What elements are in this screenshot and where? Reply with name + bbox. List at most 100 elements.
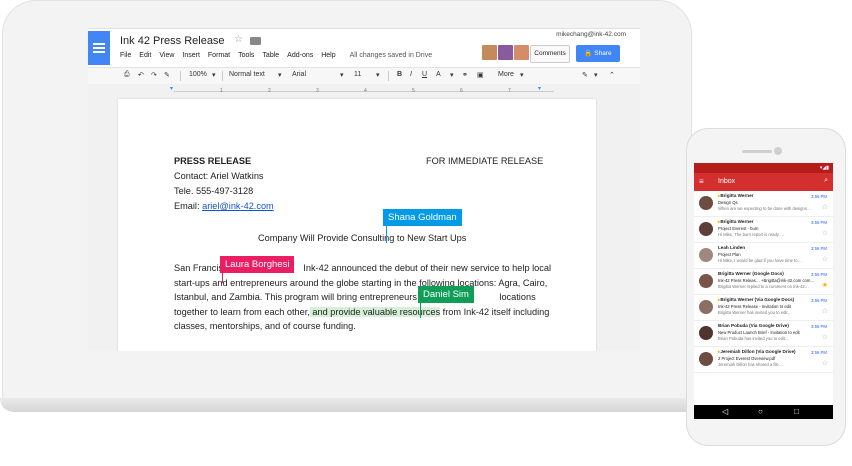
share-button[interactable]: 🔒 Share [576,45,620,62]
collaborator-cursor-daniel [420,302,421,318]
email-time: 3:56 PM [810,220,827,225]
menu-table[interactable]: Table [262,52,279,59]
lock-icon: 🔒 [584,50,593,57]
sender-name: Jeremiah Dillon (Via Google Drive) [720,349,796,354]
bold-icon[interactable]: B [397,71,402,78]
phone-speaker [742,150,772,153]
paint-format-icon[interactable]: ✎ [164,71,170,79]
star-icon[interactable]: ☆ [822,333,828,341]
email-time: 3:56 PM [810,194,827,199]
collaborator-flag-daniel: Daniel Sim [418,286,474,303]
email-link[interactable]: ariel@ink-42.com [202,201,274,211]
avatar [699,248,713,262]
link-icon[interactable]: ⚭ [462,71,468,79]
chevron-down-icon[interactable]: ▾ [278,71,282,79]
more-button[interactable]: More [498,71,514,78]
email-time: 3:56 PM [810,246,827,251]
chevron-down-icon[interactable]: ▾ [340,71,344,79]
style-select[interactable]: Normal text [229,71,265,78]
menu-addons[interactable]: Add-ons [287,52,313,59]
p3-part-a: Istanbul, and Zambia. This program will … [174,292,438,302]
menu-help[interactable]: Help [321,52,335,59]
collaborator-flag-shana: Shana Goldman [383,209,462,226]
chevron-down-icon[interactable]: ▾ [212,71,216,79]
menu-format[interactable]: Format [208,52,230,59]
doc-title[interactable]: Ink 42 Press Release [120,35,225,47]
underline-icon[interactable]: U [422,71,427,78]
email-subject: Ink-42 Press Releas… +Brigitta@ink-42.co… [718,278,815,283]
text-color-icon[interactable]: A [436,71,441,78]
comments-button[interactable]: Comments [530,45,570,63]
star-icon[interactable]: ☆ [822,307,828,315]
star-icon[interactable]: ★ [822,281,828,289]
avatar [699,196,713,210]
ruler-tick: 6 [460,88,463,94]
menu-icon[interactable]: ≡ [699,177,704,186]
search-icon[interactable]: ⌕ [824,177,828,185]
formatting-toolbar: ⎙ ↶ ↷ ✎ 100% ▾ Normal text ▾ Arial ▾ 11 … [88,67,640,85]
chevron-down-icon[interactable]: ▾ [450,71,454,79]
list-item[interactable]: ▸Jeremiah Dillon (Via Google Drive) 2 Pr… [694,347,833,373]
back-icon[interactable]: ◁ [722,407,728,416]
menu-tools[interactable]: Tools [238,52,254,59]
avatar [699,352,713,366]
toolbar-divider [388,71,389,81]
print-icon[interactable]: ⎙ [124,71,130,79]
email-snippet: Brigitta Werner has invited you to edit… [718,310,792,315]
avatar[interactable] [482,45,497,60]
list-item[interactable]: ▸Brigitta Werner Design Qs When are we e… [694,191,833,217]
chevron-down-icon[interactable]: ▾ [520,71,524,79]
list-item[interactable]: ▸Brigitta Werner Project Everest - burn … [694,217,833,243]
indent-marker-icon[interactable]: ▾ [170,85,173,92]
chevron-down-icon[interactable]: ▾ [376,71,380,79]
italic-icon[interactable]: I [410,71,412,78]
star-icon[interactable]: ☆ [822,255,828,263]
account-email[interactable]: mikechang@ink-42.com [556,31,626,38]
star-icon[interactable]: ☆ [234,34,243,45]
list-item[interactable]: Brigitta Werner (Google Docs) Ink-42 Pre… [694,269,833,295]
star-icon[interactable]: ☆ [822,203,828,211]
insert-comment-icon[interactable]: ▣ [477,71,484,79]
email-snippet: Brian Pobuda has invited you to edit… [718,336,790,341]
docs-logo-icon[interactable] [88,31,110,65]
redo-icon[interactable]: ↷ [151,71,157,79]
menu-insert[interactable]: Insert [182,52,200,59]
ruler-tick: 5 [412,88,415,94]
sender-name: Brigitta Werner [720,219,754,224]
heading-immediate-release: FOR IMMEDIATE RELEASE [426,156,544,166]
document-page[interactable]: PRESS RELEASE FOR IMMEDIATE RELEASE Cont… [118,99,596,351]
collapse-icon[interactable]: ⌃ [609,71,615,79]
collaborator-avatars [482,45,530,60]
menu-file[interactable]: File [120,52,131,59]
font-select[interactable]: Arial [292,71,306,78]
email-snippet: Jeremiah Dillon has shared a file… [718,362,783,367]
ruler-tick: 1 [220,88,223,94]
phone-frame: ▾◢▮ ≡ Inbox ⌕ ▸Brigitta Werner Design Qs… [686,128,846,446]
recents-icon[interactable]: □ [794,407,799,416]
menu-bar: File Edit View Insert Format Tools Table… [120,52,440,59]
folder-icon[interactable] [250,37,261,45]
laptop-base [0,398,700,412]
avatar[interactable] [514,45,529,60]
menu-edit[interactable]: Edit [139,52,151,59]
email-subject: Project Plan [718,252,741,257]
zoom-select[interactable]: 100% [189,71,207,78]
android-nav-bar: ◁ ○ □ [694,405,833,419]
undo-icon[interactable]: ↶ [138,71,144,79]
home-icon[interactable]: ○ [758,407,763,416]
p3-part-b: locations [496,292,536,302]
list-item[interactable]: Brian Pobuda (Via Google Drive) New Prod… [694,321,833,347]
p4-part-a: together to learn from each other, [174,307,310,317]
star-icon[interactable]: ☆ [822,359,828,367]
avatar[interactable] [498,45,513,60]
editing-mode-icon[interactable]: ✎ [582,71,588,79]
list-item[interactable]: Leah Linden Project Plan Hi Mike, I woul… [694,243,833,269]
chevron-down-icon[interactable]: ▾ [594,71,598,79]
docs-header: Ink 42 Press Release ☆ File Edit View In… [88,29,640,67]
indent-marker-icon[interactable]: ▾ [538,85,541,92]
font-size-select[interactable]: 11 [354,71,361,78]
email-time: 3:56 PM [810,298,827,303]
menu-view[interactable]: View [159,52,174,59]
list-item[interactable]: ▸Brigitta Werner (Via Google Docs) Ink-4… [694,295,833,321]
star-icon[interactable]: ☆ [822,229,828,237]
